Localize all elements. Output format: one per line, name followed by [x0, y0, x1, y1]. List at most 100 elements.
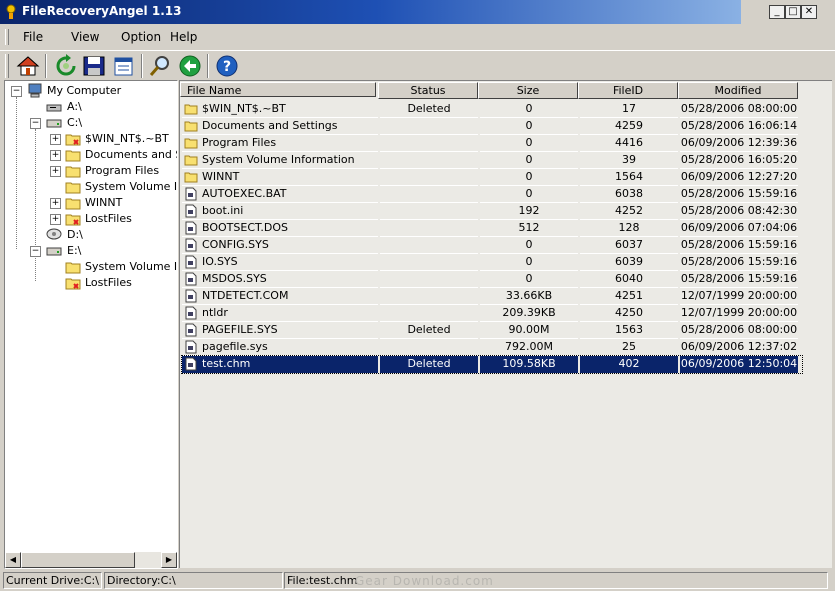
- folder-tree[interactable]: − My Computer A:\ − C:\ + $WIN_NT$.~BT +: [4, 80, 178, 569]
- cell-status: [380, 271, 478, 288]
- help-icon[interactable]: ?: [215, 54, 239, 78]
- collapse-icon[interactable]: −: [30, 246, 41, 257]
- menu-view[interactable]: View: [71, 30, 99, 44]
- cell-fileid: 4252: [580, 203, 678, 220]
- cell-size: 0: [480, 237, 578, 254]
- file-name: BOOTSECT.DOS: [202, 221, 289, 234]
- search-icon[interactable]: [148, 54, 172, 78]
- table-row[interactable]: Documents and Settings 0 4259 05/28/2006 16…: [182, 118, 802, 135]
- cell-status: [380, 118, 478, 135]
- cell-fileid: 39: [580, 152, 678, 169]
- cell-modified: 12/07/1999 20:00:00: [680, 288, 798, 305]
- svg-text:?: ?: [223, 59, 231, 75]
- cell-status: Deleted: [380, 356, 478, 373]
- cell-modified: 06/09/2006 12:37:02: [680, 339, 798, 356]
- table-row[interactable]: test.chm Deleted 109.58KB 402 06/09/2006 12:…: [181, 355, 803, 374]
- scroll-right-icon[interactable]: ▶: [161, 552, 177, 568]
- file-icon: [184, 340, 198, 354]
- table-row[interactable]: Program Files 0 4416 06/09/2006 12:39:36: [182, 135, 802, 152]
- cell-size: 0: [480, 271, 578, 288]
- cell-status: Deleted: [380, 101, 478, 118]
- cell-modified: 12/07/1999 20:00:00: [680, 305, 798, 322]
- file-name: ntldr: [202, 306, 228, 319]
- tree-line: [16, 97, 17, 249]
- tree-label: LostFiles: [85, 276, 132, 289]
- file-name: WINNT: [202, 170, 240, 183]
- cell-file-name: PAGEFILE.SYS: [182, 322, 378, 339]
- cell-fileid: 128: [580, 220, 678, 237]
- folder-icon: [184, 136, 198, 150]
- maximize-button[interactable]: □: [785, 5, 801, 19]
- menu-option[interactable]: Option: [121, 30, 161, 44]
- close-button[interactable]: ✕: [801, 5, 817, 19]
- table-row[interactable]: pagefile.sys 792.00M 25 06/09/2006 12:37:02: [182, 339, 802, 356]
- file-list[interactable]: File Name Status Size FileID Modified $W…: [179, 80, 832, 568]
- toolbar-separator: [207, 54, 209, 78]
- cell-fileid: 402: [580, 356, 678, 373]
- column-header-fileid[interactable]: FileID: [578, 82, 678, 99]
- cell-file-name: $WIN_NT$.~BT: [182, 101, 378, 118]
- table-row[interactable]: NTDETECT.COM 33.66KB 4251 12/07/1999 20:00:…: [182, 288, 802, 305]
- table-row[interactable]: MSDOS.SYS 0 6040 05/28/2006 15:59:16: [182, 271, 802, 288]
- expand-icon[interactable]: +: [50, 166, 61, 177]
- floppy-drive-icon: [46, 104, 62, 112]
- table-row[interactable]: AUTOEXEC.BAT 0 6038 05/28/2006 15:59:16: [182, 186, 802, 203]
- minimize-button[interactable]: _: [769, 5, 785, 19]
- folder-icon: [65, 150, 81, 162]
- column-header-file-name[interactable]: File Name: [180, 82, 376, 97]
- column-header-modified[interactable]: Modified: [678, 82, 798, 99]
- cell-fileid: 6039: [580, 254, 678, 271]
- cell-size: 90.00M: [480, 322, 578, 339]
- column-header-status[interactable]: Status: [378, 82, 478, 99]
- home-icon[interactable]: [16, 54, 40, 78]
- collapse-icon[interactable]: −: [11, 86, 22, 97]
- tree-label: System Volume Infc: [85, 260, 178, 273]
- cell-fileid: 4250: [580, 305, 678, 322]
- tree-label: $WIN_NT$.~BT: [85, 132, 169, 145]
- expand-icon[interactable]: +: [50, 150, 61, 161]
- column-header-size[interactable]: Size: [478, 82, 578, 99]
- file-name: test.chm: [202, 357, 251, 370]
- menu-file[interactable]: File: [23, 30, 43, 44]
- cell-file-name: ntldr: [182, 305, 378, 322]
- scroll-left-icon[interactable]: ◀: [5, 552, 21, 568]
- table-row[interactable]: PAGEFILE.SYS Deleted 90.00M 1563 05/28/2006 …: [182, 322, 802, 339]
- file-icon: [184, 289, 198, 303]
- folder-icon: [65, 198, 81, 210]
- expand-icon[interactable]: +: [50, 198, 61, 209]
- cell-status: [380, 237, 478, 254]
- table-row[interactable]: BOOTSECT.DOS 512 128 06/09/2006 07:04:06: [182, 220, 802, 237]
- cell-status: [380, 169, 478, 186]
- file-icon: [184, 204, 198, 218]
- expand-icon[interactable]: +: [50, 214, 61, 225]
- save-icon[interactable]: [82, 54, 106, 78]
- properties-icon[interactable]: [112, 54, 136, 78]
- file-name: $WIN_NT$.~BT: [202, 102, 286, 115]
- folder-icon: [184, 102, 198, 116]
- file-icon: [184, 238, 198, 252]
- status-current-drive: Current Drive:C:\: [3, 572, 102, 589]
- horizontal-scrollbar[interactable]: ◀ ▶: [5, 552, 177, 568]
- table-row[interactable]: ntldr 209.39KB 4250 12/07/1999 20:00:00: [182, 305, 802, 322]
- cell-status: [380, 203, 478, 220]
- menu-grip: [5, 29, 9, 45]
- tree-label: System Volume Infc: [85, 180, 178, 193]
- menu-help[interactable]: Help: [170, 30, 197, 44]
- table-row[interactable]: CONFIG.SYS 0 6037 05/28/2006 15:59:16: [182, 237, 802, 254]
- refresh-icon[interactable]: [54, 54, 78, 78]
- table-row[interactable]: IO.SYS 0 6039 05/28/2006 15:59:16: [182, 254, 802, 271]
- table-row[interactable]: WINNT 0 1564 06/09/2006 12:27:20: [182, 169, 802, 186]
- file-name: MSDOS.SYS: [202, 272, 267, 285]
- file-icon: [184, 255, 198, 269]
- tree-label: E:\: [67, 244, 82, 257]
- collapse-icon[interactable]: −: [30, 118, 41, 129]
- scroll-thumb[interactable]: [21, 552, 135, 568]
- cell-fileid: 4251: [580, 288, 678, 305]
- cell-fileid: 6037: [580, 237, 678, 254]
- cell-size: 0: [480, 254, 578, 271]
- table-row[interactable]: boot.ini 192 4252 05/28/2006 08:42:30: [182, 203, 802, 220]
- expand-icon[interactable]: +: [50, 134, 61, 145]
- back-icon[interactable]: [178, 54, 202, 78]
- table-row[interactable]: $WIN_NT$.~BT Deleted 0 17 05/28/2006 08:00:0…: [182, 101, 802, 118]
- table-row[interactable]: System Volume Information 0 39 05/28/2006 1…: [182, 152, 802, 169]
